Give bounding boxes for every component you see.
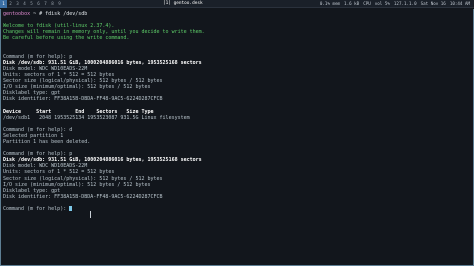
status-cpu: CPU: [363, 1, 371, 6]
status-net: 1.6 kB: [344, 1, 360, 6]
workspace-tag-7[interactable]: 7: [42, 0, 49, 8]
workspace-tags: 1 2 3 4 5 6 7 8 9: [0, 0, 63, 8]
command-prompt-final: Command (m for help):: [3, 206, 70, 212]
mouse-ibeam-icon: [90, 211, 91, 218]
workspace-tag-8[interactable]: 8: [49, 0, 56, 8]
workspace-tag-9[interactable]: 9: [56, 0, 63, 8]
command-input-line[interactable]: Command (m for help):: [3, 206, 471, 212]
workspace-tag-6[interactable]: 6: [35, 0, 42, 8]
prompt-separator: ~ #: [30, 11, 46, 17]
prompt-host: gentoobox: [3, 11, 31, 17]
status-volume[interactable]: vol 5%: [375, 1, 390, 6]
workspace-tag-3[interactable]: 3: [14, 0, 21, 8]
status-date: Sat Nov 16: [420, 1, 446, 6]
terminal-window[interactable]: gentoobox ~ # fdisk /dev/sdb Welcome to …: [0, 9, 474, 266]
terminal-cursor: [69, 206, 73, 211]
status-bar: 1 2 3 4 5 6 7 8 9 [1] gentoo.desk 0.1% m…: [0, 0, 474, 8]
status-ip: 127.1.1.0: [393, 1, 417, 6]
status-time: 10:44 AM: [449, 1, 470, 6]
workspace-tag-2[interactable]: 2: [7, 0, 14, 8]
window-title: [1] gentoo.desk: [163, 1, 203, 6]
workspace-tag-5[interactable]: 5: [28, 0, 35, 8]
status-widgets: 0.1% mem 1.6 kB CPU vol 5% 127.1.1.0 Sat…: [320, 1, 474, 6]
prompt-command: fdisk /dev/sdb: [45, 11, 88, 17]
workspace-tag-1[interactable]: 1: [0, 0, 7, 8]
workspace-tag-4[interactable]: 4: [21, 0, 28, 8]
status-mem: 0.1% mem: [319, 1, 341, 6]
